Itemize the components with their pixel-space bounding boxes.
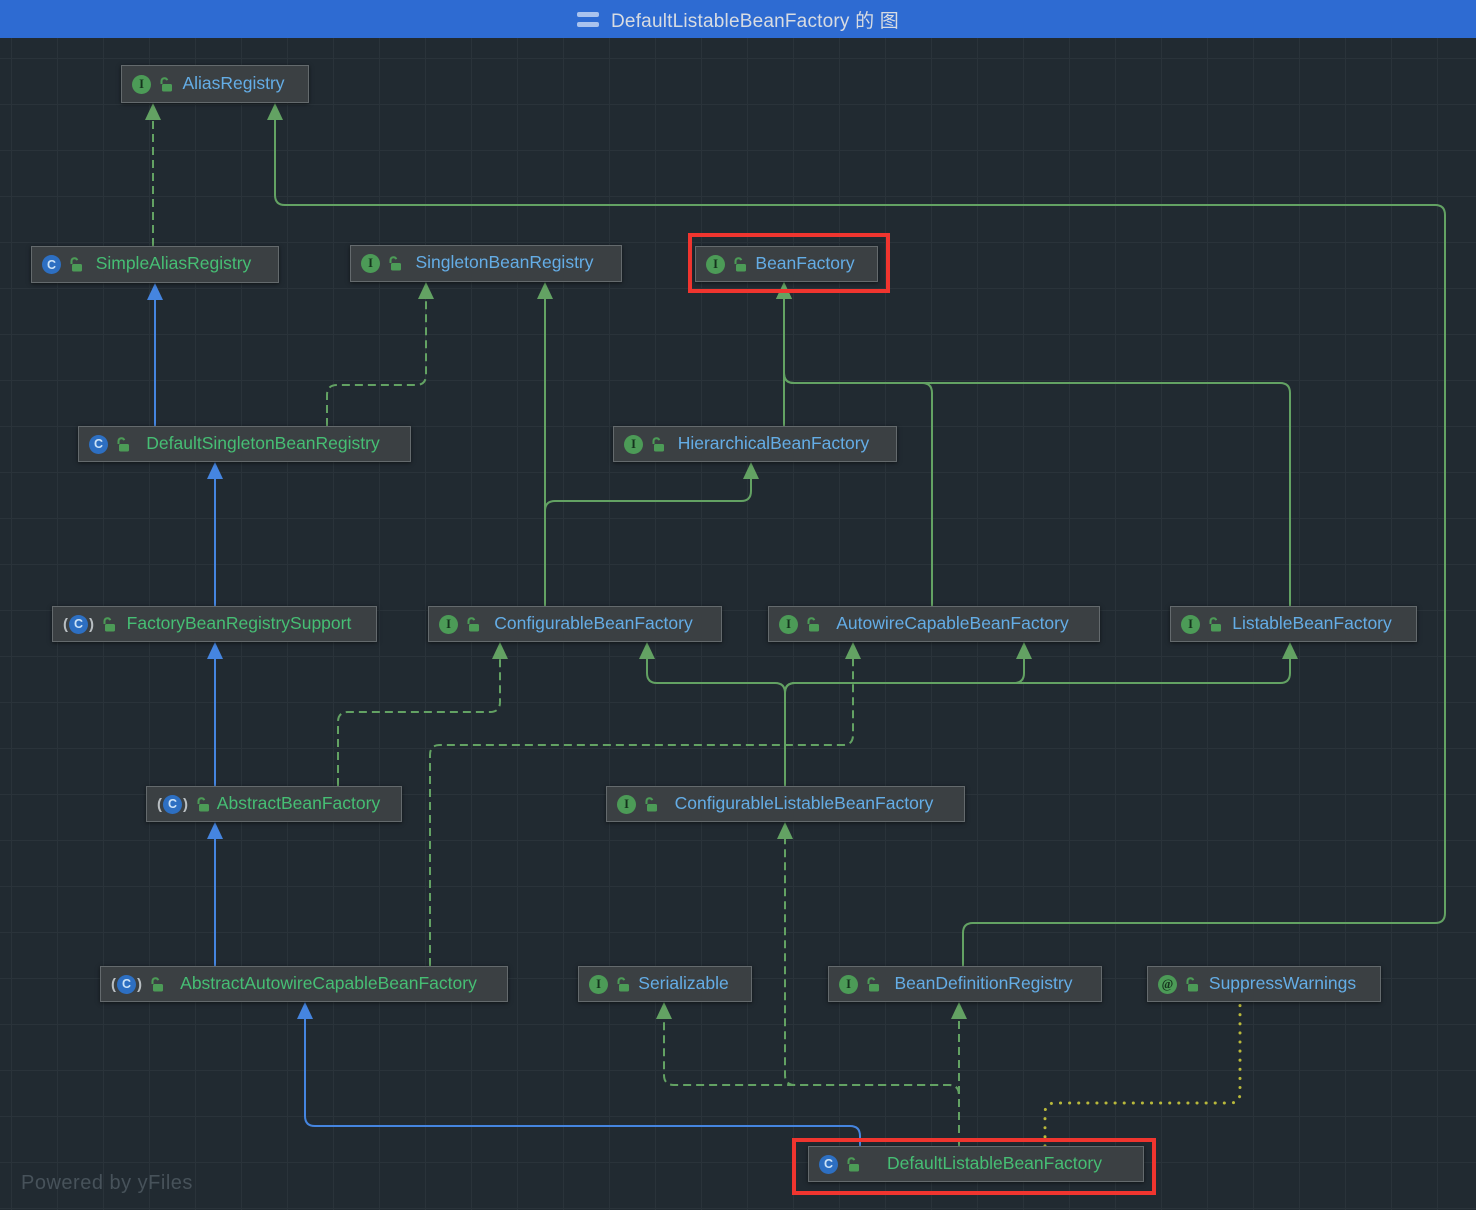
arrowhead-DefaultSingletonBeanRegistry-to-SimpleAliasRegistry xyxy=(147,283,163,300)
node-label: ListableBeanFactory xyxy=(1232,612,1392,633)
node-AbstractAutowireCapableBeanFactory[interactable]: (C) AbstractAutowireCapableBeanFactory xyxy=(100,966,508,1002)
arrowhead-DefaultSingletonBeanRegistry-to-SingletonBeanRegistry xyxy=(418,282,434,299)
interface-icon: I xyxy=(779,614,798,634)
interface-icon: I xyxy=(1181,614,1200,634)
node-label: SingletonBeanRegistry xyxy=(415,252,594,272)
unlocked-icon xyxy=(617,976,629,991)
class-icon: C xyxy=(89,434,108,454)
edge-ConfigurableListableBeanFactory-to-AutowireCapableBeanFactory xyxy=(784,659,1025,786)
abstract-class-icon: (C) xyxy=(63,614,94,634)
class-icon: C xyxy=(42,255,61,274)
node-FactoryBeanRegistrySupport[interactable]: (C) FactoryBeanRegistrySupport xyxy=(52,606,377,642)
node-BeanDefinitionRegistry[interactable]: I BeanDefinitionRegistry xyxy=(828,966,1102,1002)
node-SuppressWarnings[interactable]: @ SuppressWarnings xyxy=(1147,966,1381,1002)
window-title: DefaultListableBeanFactory 的 图 xyxy=(611,10,899,32)
node-label: AliasRegistry xyxy=(182,72,285,93)
node-label: AbstractAutowireCapableBeanFactory xyxy=(180,972,477,993)
arrowhead-FactoryBeanRegistrySupport-to-DefaultSingletonBeanRegistry xyxy=(207,462,223,479)
interface-icon: I xyxy=(839,974,858,994)
unlocked-icon xyxy=(652,436,664,451)
arrowhead-ConfigurableListableBeanFactory-to-ListableBeanFactory xyxy=(1282,642,1298,659)
node-DefaultListableBeanFactory[interactable]: C DefaultListableBeanFactory xyxy=(808,1146,1144,1182)
arrowhead-AbstractBeanFactory-to-ConfigurableBeanFactory xyxy=(492,642,508,659)
node-AutowireCapableBeanFactory[interactable]: I AutowireCapableBeanFactory xyxy=(768,606,1100,642)
interface-icon: I xyxy=(589,974,608,994)
unlocked-icon xyxy=(1209,616,1221,631)
edge-DefaultListableBeanFactory-to-AbstractAutowireCapableBeanFactory xyxy=(304,1019,861,1146)
edge-ConfigurableListableBeanFactory-to-ListableBeanFactory xyxy=(784,659,1291,786)
node-label: BeanDefinitionRegistry xyxy=(894,972,1073,993)
arrowhead-AbstractBeanFactory-to-FactoryBeanRegistrySupport xyxy=(207,642,223,659)
node-label: AutowireCapableBeanFactory xyxy=(836,612,1069,633)
unlocked-icon xyxy=(151,976,163,991)
unlocked-icon xyxy=(734,256,746,271)
arrowhead-ConfigurableListableBeanFactory-to-AutowireCapableBeanFactory xyxy=(1016,642,1032,659)
diagram-icon xyxy=(577,11,600,27)
uml-diagram-window: DefaultListableBeanFactory 的 图 I AliasRe… xyxy=(0,0,1476,1210)
arrowhead-DefaultListableBeanFactory-to-AbstractAutowireCapableBeanFactory xyxy=(297,1002,313,1019)
edge-ConfigurableListableBeanFactory-to-ConfigurableBeanFactory xyxy=(646,659,786,786)
node-AbstractBeanFactory[interactable]: (C) AbstractBeanFactory xyxy=(146,786,402,822)
unlocked-icon xyxy=(847,1156,859,1171)
arrowhead-BeanDefinitionRegistry-to-AliasRegistry xyxy=(267,103,283,120)
unlocked-icon xyxy=(1186,976,1198,991)
node-SimpleAliasRegistry[interactable]: C SimpleAliasRegistry xyxy=(31,246,279,283)
arrowhead-DefaultListableBeanFactory-to-Serializable xyxy=(656,1002,672,1019)
node-Serializable[interactable]: I Serializable xyxy=(578,966,752,1002)
unlocked-icon xyxy=(103,616,115,631)
node-ListableBeanFactory[interactable]: I ListableBeanFactory xyxy=(1170,606,1417,642)
unlocked-icon xyxy=(197,796,209,811)
node-label: Serializable xyxy=(638,972,729,993)
edge-AbstractBeanFactory-to-ConfigurableBeanFactory xyxy=(337,659,501,786)
node-ConfigurableBeanFactory[interactable]: I ConfigurableBeanFactory xyxy=(428,606,722,642)
unlocked-icon xyxy=(70,257,82,272)
node-label: AbstractBeanFactory xyxy=(216,792,381,813)
edge-DefaultListableBeanFactory-to-SuppressWarnings xyxy=(1043,1002,1242,1148)
unlocked-icon xyxy=(117,436,129,451)
class-icon: C xyxy=(819,1154,838,1174)
arrowhead-ConfigurableBeanFactory-to-HierarchicalBeanFactory xyxy=(743,462,759,479)
arrowhead-ConfigurableListableBeanFactory-to-ConfigurableBeanFactory xyxy=(639,642,655,659)
interface-icon: I xyxy=(624,434,643,454)
edge-ConfigurableBeanFactory-to-HierarchicalBeanFactory xyxy=(544,479,752,606)
abstract-class-icon: (C) xyxy=(111,974,142,994)
interface-icon: I xyxy=(132,74,151,94)
node-label: FactoryBeanRegistrySupport xyxy=(126,612,352,633)
node-DefaultSingletonBeanRegistry[interactable]: C DefaultSingletonBeanRegistry xyxy=(78,426,411,462)
unlocked-icon xyxy=(867,976,879,991)
unlocked-icon xyxy=(389,256,401,271)
node-SingletonBeanRegistry[interactable]: I SingletonBeanRegistry xyxy=(350,245,622,282)
node-label: DefaultSingletonBeanRegistry xyxy=(146,432,380,453)
unlocked-icon xyxy=(467,616,479,631)
edge-DefaultSingletonBeanRegistry-to-SingletonBeanRegistry xyxy=(326,299,427,426)
node-label: HierarchicalBeanFactory xyxy=(677,432,870,453)
unlocked-icon xyxy=(160,76,172,91)
arrowhead-AbstractAutowireCapableBeanFactory-to-AutowireCapableBeanFactory xyxy=(845,642,861,659)
interface-icon: I xyxy=(361,254,380,273)
unlocked-icon xyxy=(807,616,819,631)
arrowhead-SimpleAliasRegistry-to-AliasRegistry xyxy=(145,103,161,120)
arrowhead-DefaultListableBeanFactory-to-ConfigurableListableBeanFactory xyxy=(777,822,793,839)
interface-icon: I xyxy=(439,614,458,634)
node-ConfigurableListableBeanFactory[interactable]: I ConfigurableListableBeanFactory xyxy=(606,786,965,822)
edges-layer xyxy=(145,103,1446,1148)
node-label: BeanFactory xyxy=(755,252,855,273)
node-label: ConfigurableBeanFactory xyxy=(494,612,693,633)
node-AliasRegistry[interactable]: I AliasRegistry xyxy=(121,65,309,103)
unlocked-icon xyxy=(645,796,657,811)
abstract-class-icon: (C) xyxy=(157,794,188,814)
node-BeanFactory[interactable]: I BeanFactory xyxy=(695,246,878,282)
arrowhead-AbstractAutowireCapableBeanFactory-to-AbstractBeanFactory xyxy=(207,822,223,839)
node-label: SimpleAliasRegistry xyxy=(95,253,252,273)
node-label: ConfigurableListableBeanFactory xyxy=(674,792,934,813)
window-titlebar: DefaultListableBeanFactory 的 图 xyxy=(0,0,1476,38)
arrowhead-DefaultListableBeanFactory-to-BeanDefinitionRegistry xyxy=(951,1002,967,1019)
arrowhead-ConfigurableBeanFactory-to-SingletonBeanRegistry xyxy=(537,282,553,299)
node-label: SuppressWarnings xyxy=(1208,972,1357,993)
node-HierarchicalBeanFactory[interactable]: I HierarchicalBeanFactory xyxy=(613,426,897,462)
interface-icon: I xyxy=(617,794,636,814)
annotation-icon: @ xyxy=(1158,974,1177,994)
node-label: DefaultListableBeanFactory xyxy=(887,1152,1102,1173)
interface-icon: I xyxy=(706,254,725,274)
